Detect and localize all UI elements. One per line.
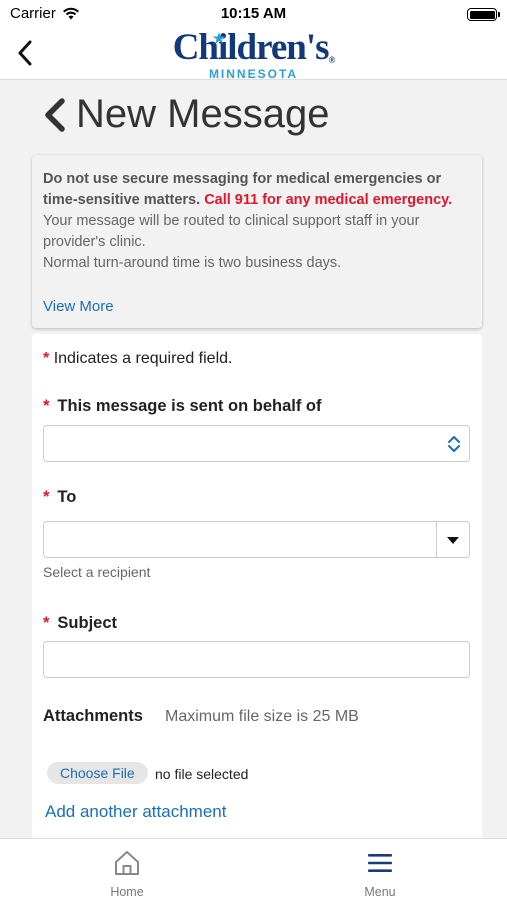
no-file-selected-text: no file selected	[155, 766, 249, 782]
required-star: *	[43, 350, 50, 367]
subject-label-text: Subject	[57, 614, 118, 632]
choose-file-button[interactable]: Choose File	[47, 762, 148, 784]
required-star: *	[43, 488, 50, 506]
status-time: 10:15 AM	[220, 5, 287, 22]
hamburger-menu-icon	[368, 854, 392, 872]
tab-menu-label: Menu	[364, 885, 396, 899]
logo-subtitle: MINNESOTA	[208, 67, 299, 81]
tab-home[interactable]: Home	[67, 849, 187, 899]
required-star: *	[43, 614, 50, 632]
to-label-text: To	[57, 488, 77, 506]
add-another-attachment-link[interactable]: Add another attachment	[45, 802, 226, 822]
behalf-select[interactable]	[43, 425, 470, 462]
app-header: ★ Children's® MINNESOTA	[0, 27, 507, 81]
attachments-label: Attachments	[43, 707, 143, 725]
dropdown-divider	[436, 522, 437, 557]
caret-down-icon[interactable]	[447, 537, 459, 544]
tab-menu[interactable]: Menu	[320, 849, 440, 899]
view-more-link[interactable]: View More	[43, 296, 114, 317]
bottom-tab-bar: Home Menu	[0, 838, 507, 900]
to-hint: Select a recipient	[43, 564, 151, 580]
title-back-chevron-icon[interactable]	[40, 95, 70, 135]
message-form: * Indicates a required field. * This mess…	[32, 334, 482, 854]
attachments-size-hint: Maximum file size is 25 MB	[165, 708, 359, 725]
page-title-text: New Message	[76, 92, 330, 136]
behalf-label-text: This message is sent on behalf of	[57, 397, 322, 415]
select-arrows-icon	[448, 436, 460, 452]
required-star: *	[43, 397, 50, 415]
emergency-notice: Do not use secure messaging for medical …	[32, 155, 482, 328]
childrens-minnesota-logo: ★ Children's® MINNESOTA	[0, 27, 507, 81]
required-field-note: * Indicates a required field.	[43, 350, 232, 368]
page-title: New Message	[40, 92, 329, 137]
battery-icon	[467, 8, 500, 21]
behalf-label: * This message is sent on behalf of	[43, 397, 322, 416]
tab-home-label: Home	[110, 885, 144, 899]
home-icon	[115, 851, 139, 875]
status-bar: Carrier 10:15 AM	[0, 0, 507, 30]
logo-registered-mark: ®	[328, 55, 336, 65]
notice-turnaround-text: Normal turn-around time is two business …	[43, 255, 342, 271]
star-icon: ★	[212, 32, 226, 47]
notice-routing-text: Your message will be routed to clinical …	[43, 213, 420, 250]
subject-label: * Subject	[43, 614, 117, 633]
subject-input[interactable]	[43, 641, 470, 678]
to-recipient-dropdown[interactable]	[43, 521, 470, 558]
notice-emergency-text: Call 911 for any medical emergency.	[204, 192, 453, 208]
logo-wordmark: Children's	[172, 27, 330, 68]
required-note-text: Indicates a required field.	[53, 350, 233, 367]
to-label: * To	[43, 488, 76, 507]
